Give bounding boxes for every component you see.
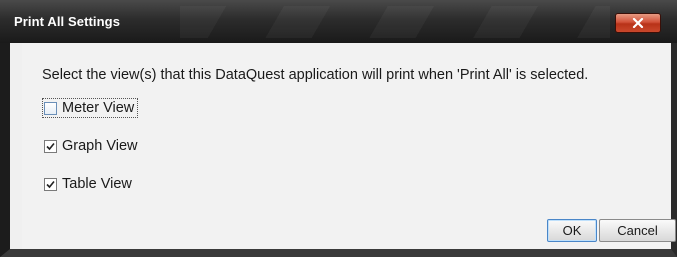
table-view-checkbox-box[interactable] [44, 177, 57, 191]
meter-view-checkbox[interactable]: Meter View [41, 98, 139, 118]
table-view-label: Table View [62, 176, 132, 192]
graph-view-checkbox[interactable]: Graph View [44, 138, 138, 154]
close-icon [632, 18, 644, 28]
ok-button[interactable]: OK [547, 219, 597, 242]
graph-view-checkbox-box[interactable] [44, 139, 57, 153]
instruction-text: Select the view(s) that this DataQuest a… [42, 67, 589, 83]
cancel-button[interactable]: Cancel [599, 219, 676, 242]
dialog-body: Select the view(s) that this DataQuest a… [22, 43, 676, 249]
table-view-checkbox[interactable]: Table View [44, 176, 132, 192]
checkmark-icon [46, 180, 55, 188]
print-all-settings-dialog: Print All Settings Select the view(s) th… [0, 0, 677, 257]
meter-view-checkbox-box[interactable] [44, 101, 57, 115]
title-bar[interactable]: Print All Settings [0, 0, 677, 43]
graph-view-label: Graph View [62, 138, 138, 154]
close-button[interactable] [615, 13, 661, 33]
dialog-title: Print All Settings [14, 14, 121, 29]
meter-view-label: Meter View [62, 100, 135, 116]
checkmark-icon [46, 142, 55, 150]
